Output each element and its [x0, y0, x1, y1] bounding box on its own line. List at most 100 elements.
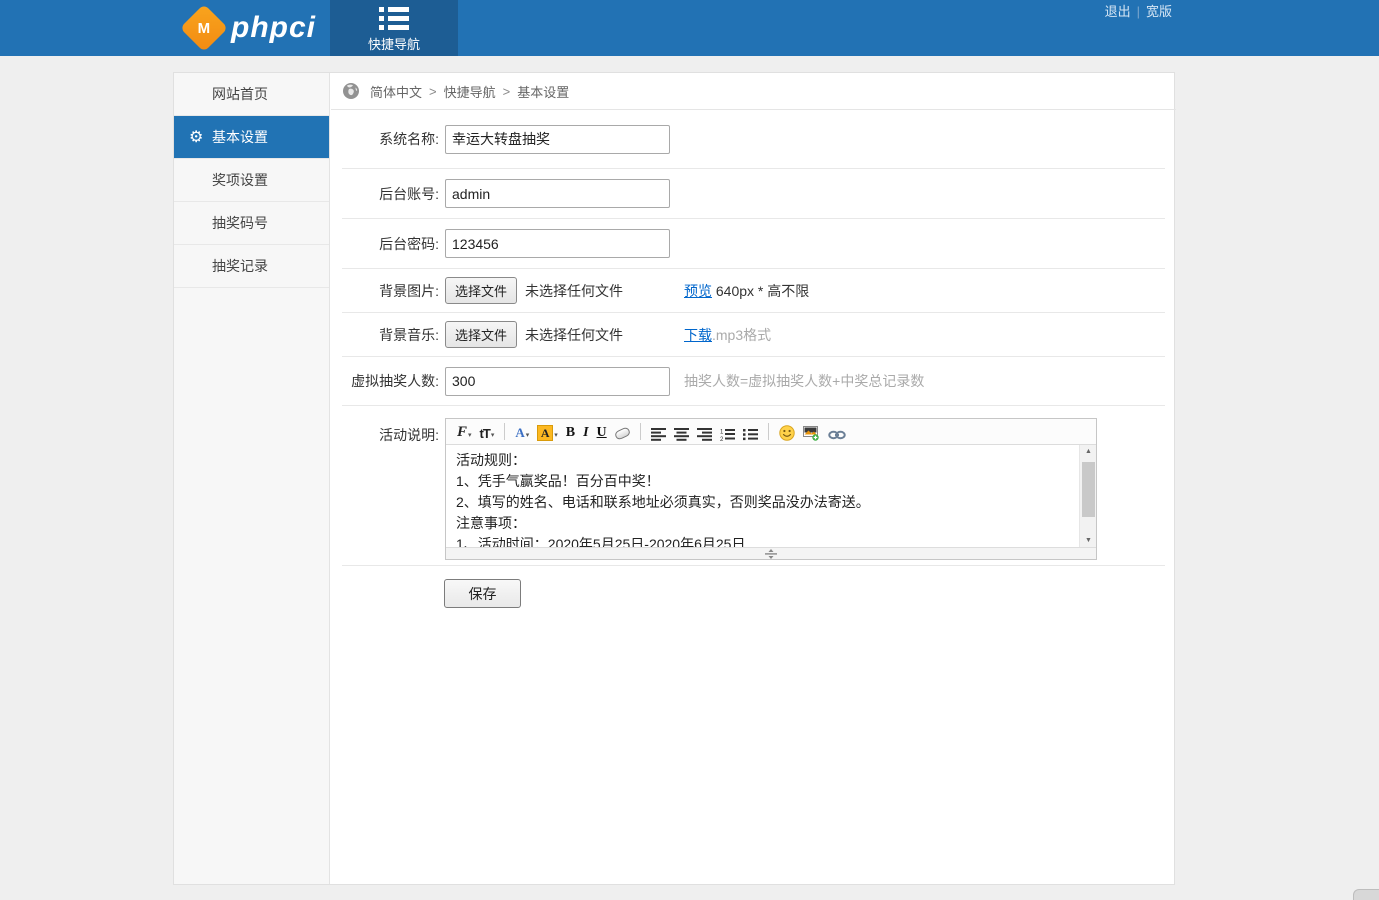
editor-line: 1、活动时间：2020年5月25日-2020年6月25日 — [456, 534, 1070, 547]
smiley-icon — [779, 425, 795, 441]
gear-icon: ⚙ — [189, 116, 203, 159]
chevron-down-icon: ▾ — [491, 431, 495, 441]
horizontal-scrollbar-thumb[interactable] — [1353, 889, 1379, 900]
font-size-icon: tT — [480, 426, 490, 441]
sidebar-item-label: 抽奖码号 — [212, 215, 268, 231]
scroll-up-icon[interactable]: ▲ — [1080, 448, 1096, 455]
highlight-color-icon: A — [537, 425, 553, 441]
underline-button[interactable]: U — [597, 423, 607, 441]
admin-password-input[interactable] — [445, 229, 670, 258]
underline-icon: U — [597, 425, 607, 441]
form-row-admin-password: 后台密码: — [342, 219, 1165, 269]
bg-image-choose-file-button[interactable]: 选择文件 — [445, 277, 517, 304]
eraser-icon — [613, 426, 630, 440]
breadcrumb-separator: > — [429, 84, 437, 99]
wide-version-link[interactable]: 宽版 — [1146, 4, 1172, 19]
editor-resize-bar[interactable] — [446, 547, 1096, 559]
system-name-label: 系统名称: — [342, 129, 439, 149]
italic-icon: I — [583, 425, 588, 441]
toolbar-separator — [768, 423, 769, 440]
bg-music-download-link[interactable]: 下载 — [684, 327, 712, 343]
virtual-count-input[interactable] — [445, 367, 670, 396]
sidebar-item-label: 网站首页 — [212, 86, 268, 102]
sidebar-item-prize-settings[interactable]: 奖项设置 — [174, 159, 329, 202]
emoticon-button[interactable] — [779, 423, 795, 441]
globe-icon — [342, 82, 360, 100]
bg-music-choose-file-button[interactable]: 选择文件 — [445, 321, 517, 348]
sidebar-item-label: 奖项设置 — [212, 172, 268, 188]
bold-button[interactable]: B — [566, 423, 575, 441]
font-family-button[interactable]: F ▾ — [457, 423, 472, 441]
system-name-input[interactable] — [445, 125, 670, 154]
bg-music-format-hint: .mp3格式 — [712, 327, 771, 343]
svg-text:2: 2 — [720, 437, 724, 441]
logout-link[interactable]: 退出 — [1105, 4, 1131, 19]
unordered-list-icon — [743, 428, 758, 441]
app-logo: M phpci — [183, 6, 316, 50]
svg-text:1: 1 — [720, 429, 724, 435]
insert-link-button[interactable] — [828, 423, 846, 441]
admin-account-input[interactable] — [445, 179, 670, 208]
editor-content-area: 活动规则： 1、凭手气赢奖品！百分百中奖！ 2、填写的姓名、电话和联系地址必须真… — [446, 445, 1096, 547]
insert-image-button[interactable] — [803, 423, 820, 441]
settings-form: 系统名称: 后台账号: 后台密码: 背景图片: 选择文件 未选择任何文件 预览 … — [342, 110, 1165, 608]
bg-music-no-file-text: 未选择任何文件 — [525, 325, 623, 345]
form-row-bg-image: 背景图片: 选择文件 未选择任何文件 预览 640px * 高不限 — [342, 269, 1165, 313]
nav-tab-label: 快捷导航 — [330, 34, 458, 53]
breadcrumb-part-quick-navigation[interactable]: 快捷导航 — [444, 82, 496, 101]
virtual-count-hint: 抽奖人数=虚拟抽奖人数+中奖总记录数 — [684, 371, 924, 391]
font-size-button[interactable]: tT ▾ — [480, 423, 495, 441]
resize-grip-icon — [764, 549, 778, 559]
scroll-down-icon[interactable]: ▼ — [1080, 537, 1096, 544]
sidebar-item-label: 抽奖记录 — [212, 258, 268, 274]
bg-music-label: 背景音乐: — [342, 325, 439, 345]
unordered-list-button[interactable] — [743, 423, 758, 441]
sidebar-item-lottery-records[interactable]: 抽奖记录 — [174, 245, 329, 288]
text-color-icon: A — [515, 425, 524, 441]
rich-text-editor: F ▾ tT ▾ A ▾ A ▾ — [445, 418, 1097, 560]
scrollbar-thumb[interactable] — [1082, 462, 1095, 517]
align-center-button[interactable] — [674, 423, 689, 441]
chevron-down-icon: ▾ — [526, 431, 530, 441]
sidebar-item-home[interactable]: 网站首页 — [174, 73, 329, 116]
italic-button[interactable]: I — [583, 423, 588, 441]
breadcrumb-part-language[interactable]: 简体中文 — [370, 82, 422, 101]
save-area: 保存 — [342, 566, 1165, 608]
ordered-list-button[interactable]: 12 — [720, 423, 735, 441]
remove-format-button[interactable] — [615, 423, 630, 441]
align-right-button[interactable] — [697, 423, 712, 441]
list-icon — [379, 7, 409, 30]
editor-line: 1、凭手气赢奖品！百分百中奖！ — [456, 471, 1070, 492]
image-icon — [803, 425, 820, 441]
editor-scrollbar[interactable]: ▲ ▼ — [1079, 445, 1096, 547]
save-button[interactable]: 保存 — [444, 579, 521, 608]
align-center-icon — [674, 428, 689, 441]
editor-line: 活动规则： — [456, 450, 1070, 471]
editor-toolbar: F ▾ tT ▾ A ▾ A ▾ — [446, 419, 1096, 445]
breadcrumb-separator: > — [503, 84, 511, 99]
breadcrumb-part-basic-settings: 基本设置 — [517, 82, 569, 101]
editor-text[interactable]: 活动规则： 1、凭手气赢奖品！百分百中奖！ 2、填写的姓名、电话和联系地址必须真… — [446, 445, 1096, 547]
font-family-icon: F — [457, 424, 467, 441]
editor-line: 注意事项： — [456, 513, 1070, 534]
bg-image-preview-link[interactable]: 预览 — [684, 283, 712, 299]
form-row-admin-account: 后台账号: — [342, 169, 1165, 219]
sidebar-item-basic-settings[interactable]: ⚙ 基本设置 — [174, 116, 329, 159]
logo-text: phpci — [231, 11, 316, 45]
sidebar: 网站首页 ⚙ 基本设置 奖项设置 抽奖码号 抽奖记录 — [174, 73, 330, 884]
highlight-color-button[interactable]: A ▾ — [537, 423, 558, 441]
header-links: 退出|宽版 — [1105, 1, 1172, 20]
nav-tab-quick-navigation[interactable]: 快捷导航 — [330, 0, 458, 56]
toolbar-separator — [504, 423, 505, 440]
chevron-down-icon: ▾ — [554, 431, 558, 441]
admin-password-label: 后台密码: — [342, 234, 439, 254]
breadcrumb: 简体中文 > 快捷导航 > 基本设置 — [331, 73, 1176, 110]
form-row-activity-desc: 活动说明: F ▾ tT ▾ A ▾ — [342, 406, 1165, 566]
sidebar-item-lottery-codes[interactable]: 抽奖码号 — [174, 202, 329, 245]
text-color-button[interactable]: A ▾ — [515, 423, 529, 441]
align-left-button[interactable] — [651, 423, 666, 441]
logo-mark: M — [198, 20, 211, 37]
form-row-virtual-count: 虚拟抽奖人数: 抽奖人数=虚拟抽奖人数+中奖总记录数 — [342, 357, 1165, 406]
editor-line: 2、填写的姓名、电话和联系地址必须真实，否则奖品没办法寄送。 — [456, 492, 1070, 513]
bg-image-size-hint: 640px * 高不限 — [712, 283, 809, 299]
